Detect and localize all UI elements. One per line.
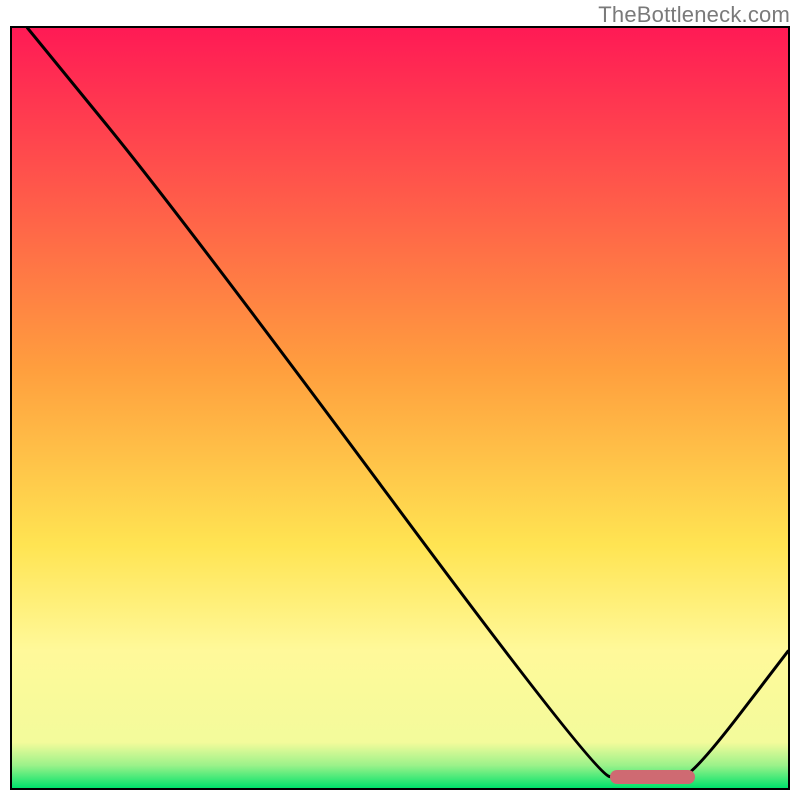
watermark-text: TheBottleneck.com — [598, 2, 790, 28]
optimal-range-marker — [610, 770, 695, 784]
chart-background — [12, 28, 788, 788]
chart-frame — [10, 26, 790, 790]
chart-plot — [12, 28, 788, 788]
